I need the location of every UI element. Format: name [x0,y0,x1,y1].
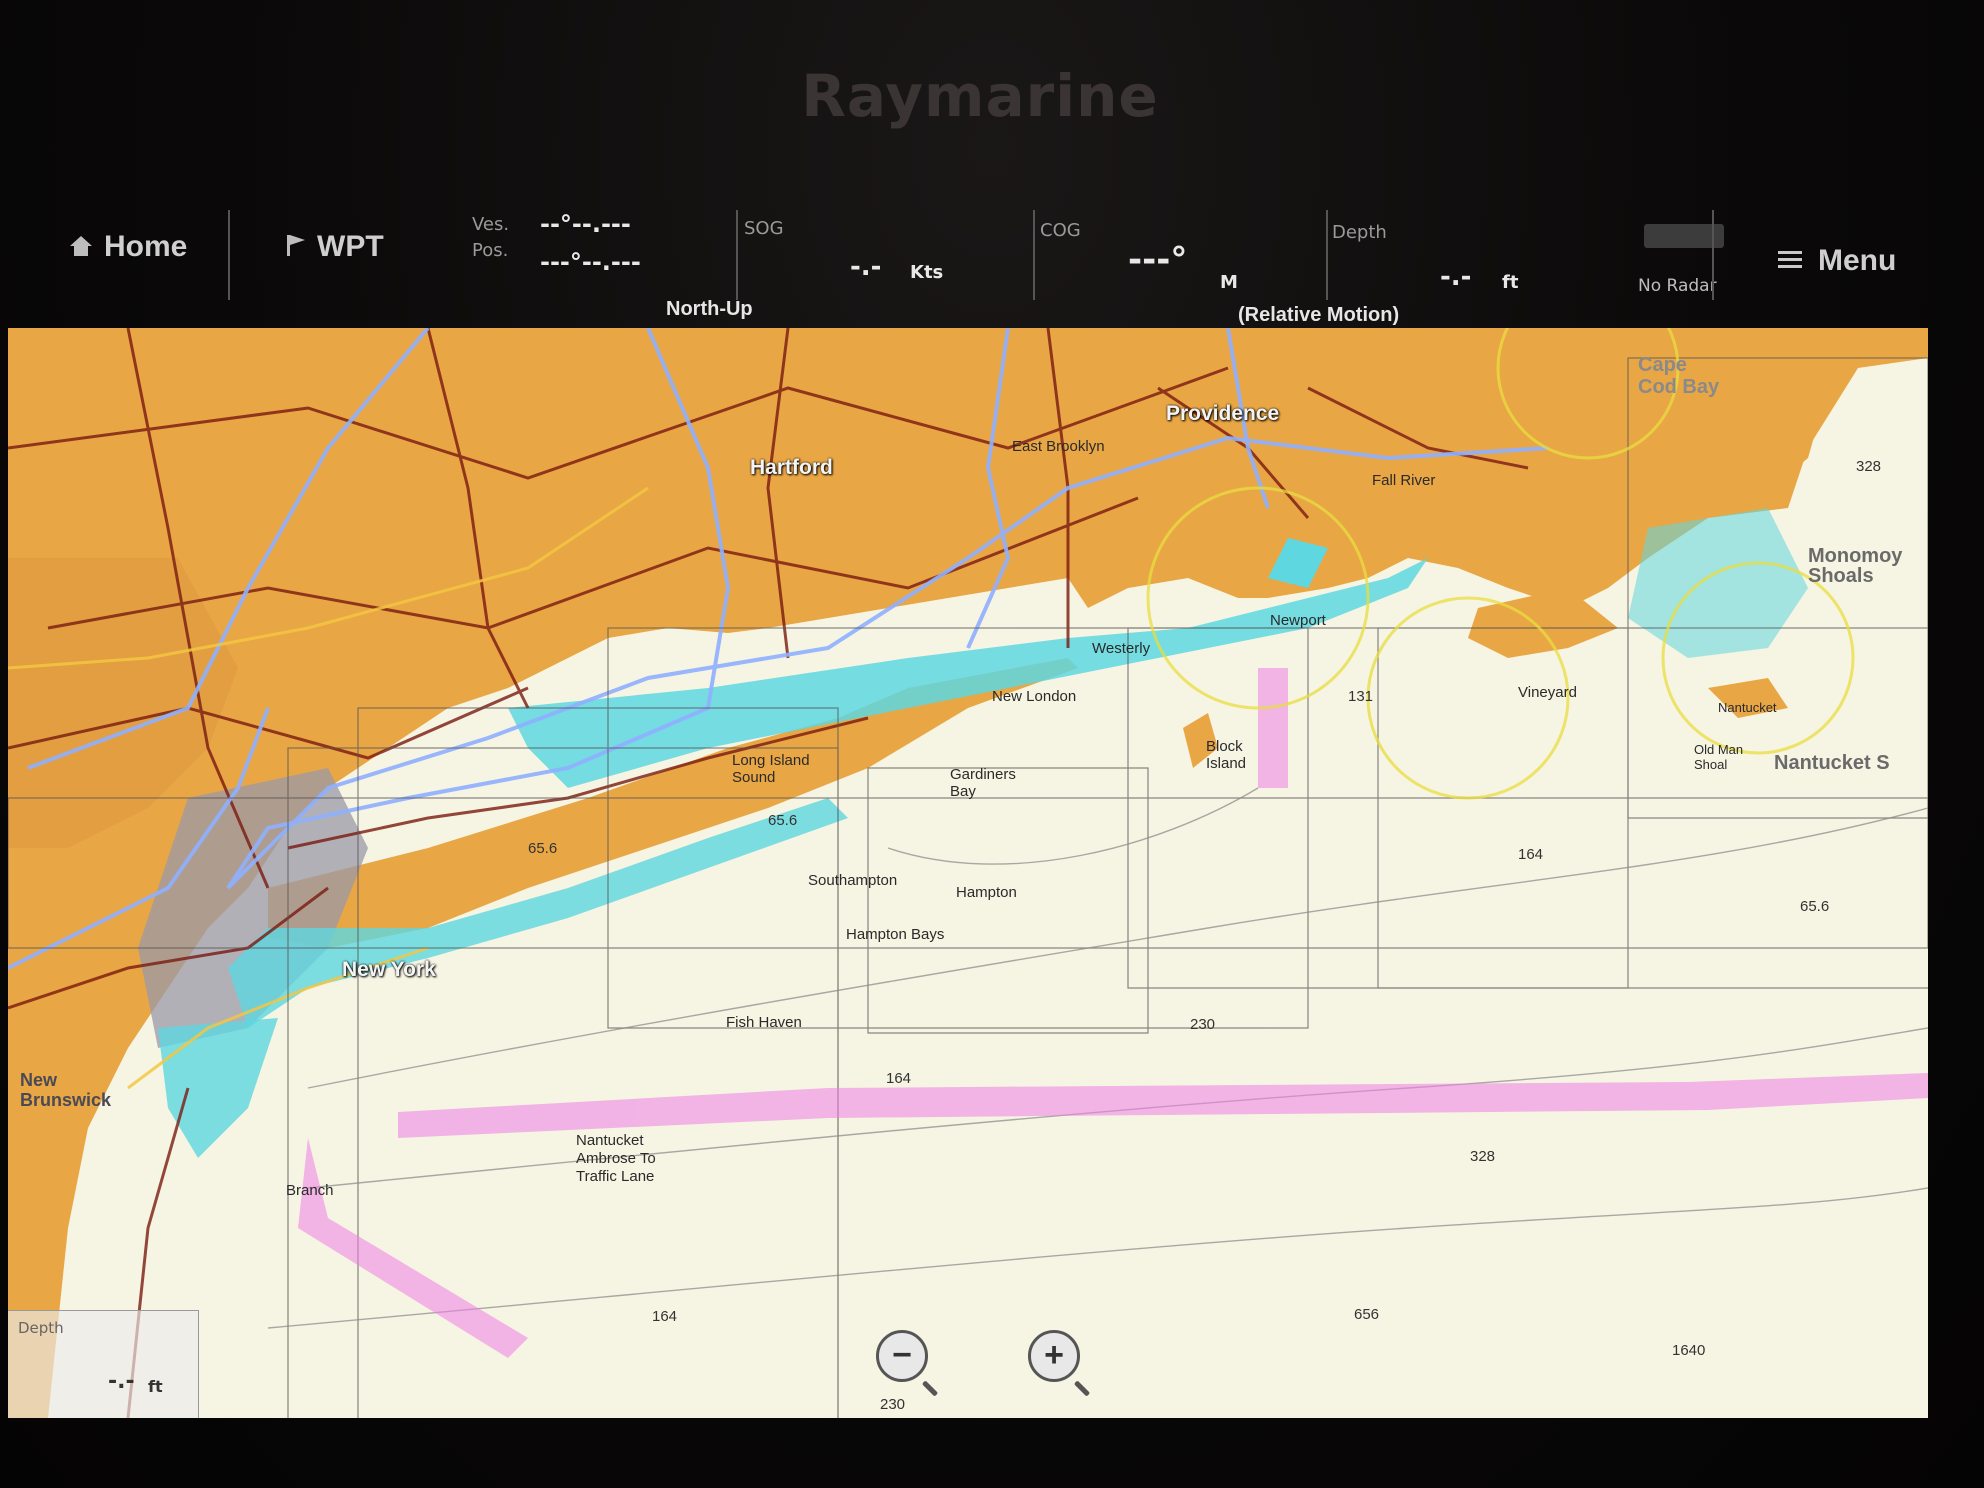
place-newport: Newport [1270,612,1326,629]
cog-unit: M [1220,272,1238,293]
city-new-york: New York [342,958,436,981]
place-southampton: Southampton [808,872,898,889]
place-westerly: Westerly [1092,640,1151,657]
city-hartford: Hartford [750,456,833,479]
place-new-london: New London [992,688,1077,705]
depth-sounding: 164 [652,1308,678,1325]
zoom-in-icon: + [1044,1336,1064,1374]
region-nantucket-s: Nantucket S [1774,752,1890,774]
depth-overlay-unit: ft [148,1377,163,1396]
chart-map [8,328,1928,1418]
divider [1033,210,1035,300]
data-bar: Home WPT Ves. Pos. --°--.--- ---°--.--- … [30,200,1960,330]
depth-sounding: 131 [1348,688,1374,705]
menu-icon [1776,248,1806,277]
place-fall-river: Fall River [1372,472,1436,489]
zoom-out-button[interactable]: − [876,1330,928,1382]
region-monomoy-shoals: Monomoy Shoals [1808,545,1903,587]
place-fish-haven: Fish Haven [726,1014,802,1031]
depth-value: -.- [1440,262,1472,292]
vessel-latitude: --°--.--- [540,210,631,238]
zoom-in-button[interactable]: + [1028,1330,1080,1382]
place-east-brooklyn: East Brooklyn [1012,438,1105,455]
orientation-mode[interactable]: North-Up [666,298,753,321]
depth-sounding: 1640 [1672,1342,1706,1359]
depth-sounding: 164 [1518,846,1544,863]
depth-panel: Depth -.- ft [1330,200,1660,305]
cog-value: ---° [1128,240,1188,280]
pos-label: Pos. [472,240,509,261]
depth-sounding: 65.6 [768,812,798,829]
sog-unit: Kts [910,262,944,283]
city-providence: Providence [1166,402,1280,425]
place-gardiners-bay: Gardiners Bay [950,766,1016,800]
home-button[interactable]: Home [60,200,230,305]
depth-sounding: 164 [886,1070,912,1087]
waypoint-button[interactable]: WPT [275,200,445,305]
sog-label: SOG [744,218,784,239]
brand-logo: Raymarine [801,62,1159,130]
divider [736,210,738,300]
menu-button[interactable]: Menu [1740,200,1940,305]
depth-sounding: 328 [1470,1148,1496,1165]
place-hampton-bays: Hampton Bays [846,926,945,943]
depth-sounding: 328 [1856,458,1882,475]
chart-view[interactable]: Hartford Providence New York Cape Cod Ba… [8,328,1928,1418]
radar-status-label: No Radar [1638,276,1717,296]
waypoint-button-label: WPT [317,230,384,263]
vessel-longitude: ---°--.--- [540,248,641,276]
place-old-man-shoal: Old Man Shoal [1694,742,1744,772]
depth-sounding: 65.6 [528,840,558,857]
sog-panel: SOG -.- Kts [740,200,1040,305]
depth-label: Depth [1332,222,1387,243]
place-block-island: Block Island [1206,738,1247,772]
depth-sounding: 230 [880,1396,906,1413]
place-traffic-lane: Nantucket Ambrose To Traffic Lane [576,1132,656,1185]
depth-unit: ft [1502,272,1519,293]
depth-overlay-value: -.- [108,1369,135,1394]
cog-label: COG [1040,220,1081,241]
depth-overlay[interactable]: Depth -.- ft [8,1310,199,1418]
waypoint-flag-icon [283,232,309,263]
depth-sounding: 65.6 [1800,898,1830,915]
depth-overlay-label: Depth [18,1319,64,1337]
depth-sounding: 230 [1190,1016,1216,1033]
place-hampton: Hampton [956,884,1017,901]
vessel-position-panel: Ves. Pos. --°--.--- ---°--.--- [440,200,770,305]
menu-button-label: Menu [1818,244,1897,277]
divider [1326,210,1328,300]
home-button-label: Home [104,230,188,263]
divider [228,210,230,300]
cog-panel: COG ---° M [1038,200,1338,305]
motion-mode[interactable]: (Relative Motion) [1238,304,1399,327]
zoom-out-icon: − [892,1336,912,1374]
place-vineyard: Vineyard [1518,684,1577,701]
region-cape-cod-bay: Cape Cod Bay [1638,354,1720,398]
place-long-island-sound: Long Island Sound [732,752,810,786]
place-nantucket: Nantucket [1718,700,1777,715]
place-branch: Branch [286,1182,334,1199]
home-icon [68,234,94,263]
depth-sounding: 656 [1354,1306,1380,1323]
divider [1712,210,1714,300]
ves-label: Ves. [472,214,510,235]
sog-value: -.- [850,252,882,282]
place-new-brunswick: New Brunswick [20,1070,112,1110]
